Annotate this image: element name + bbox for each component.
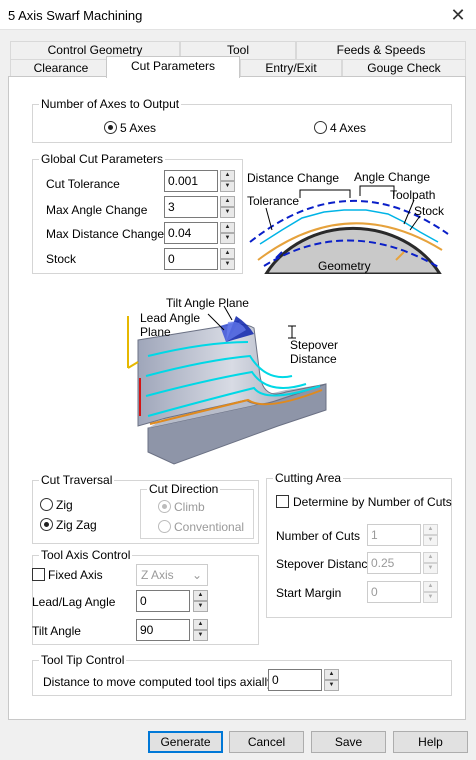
stepover-distance-label: Stepover Distance (276, 557, 375, 571)
lead-angle-plane-text-1: Lead Angle (140, 311, 200, 325)
lead-lag-input[interactable]: 0 (136, 590, 190, 612)
generate-button[interactable]: Generate (148, 731, 223, 753)
radio-zig-label: Zig (56, 498, 73, 512)
tool-axis-title: Tool Axis Control (41, 548, 131, 562)
max-distance-change-spinner[interactable]: ▲ ▼ (220, 222, 235, 244)
max-angle-change-input[interactable]: 3 (164, 196, 218, 218)
cutting-area-title: Cutting Area (275, 471, 342, 485)
start-margin-spinner[interactable]: ▲ ▼ (423, 581, 438, 603)
cancel-button[interactable]: Cancel (229, 731, 304, 753)
cut-traversal-title: Cut Traversal (41, 473, 113, 487)
cut-tolerance-input[interactable]: 0.001 (164, 170, 218, 192)
fixed-axis-checkbox[interactable] (32, 568, 45, 581)
geometry-text: Geometry (318, 259, 371, 273)
tilt-angle-label: Tilt Angle (32, 624, 81, 638)
radio-climb[interactable] (158, 500, 171, 513)
determine-by-cuts-label: Determine by Number of Cuts (293, 495, 452, 509)
toolpath-diagram: Distance Change Angle Change Tolerance T… (247, 170, 449, 274)
toolpath-text: Toolpath (390, 188, 435, 202)
lead-lag-label: Lead/Lag Angle (32, 595, 116, 609)
save-button[interactable]: Save (311, 731, 386, 753)
radio-climb-label: Climb (174, 500, 205, 514)
fixed-axis-label: Fixed Axis (48, 568, 103, 582)
lead-angle-plane-text-2: Plane (140, 325, 171, 339)
cut-tolerance-spinner[interactable]: ▲ ▼ (220, 170, 235, 192)
global-cut-title: Global Cut Parameters (41, 152, 164, 166)
help-button[interactable]: Help (393, 731, 468, 753)
tab-gouge-check[interactable]: Gouge Check (342, 59, 466, 77)
stepover-distance-spinner[interactable]: ▲ ▼ (423, 552, 438, 574)
distance-bracket (299, 189, 351, 198)
stock-input[interactable]: 0 (164, 248, 218, 270)
stepover-distance-input[interactable]: 0.25 (367, 552, 421, 574)
radio-zig[interactable] (40, 498, 53, 511)
radio-4-axes[interactable] (314, 121, 327, 134)
cut-direction-title: Cut Direction (149, 482, 219, 496)
tool-tip-title: Tool Tip Control (41, 653, 125, 667)
radio-4-axes-label: 4 Axes (330, 121, 367, 135)
max-distance-change-input[interactable]: 0.04 (164, 222, 218, 244)
radio-conventional[interactable] (158, 520, 171, 533)
chevron-down-icon: ⌄ (191, 568, 202, 582)
tilt-angle-input[interactable]: 90 (136, 619, 190, 641)
cut-tolerance-label: Cut Tolerance (46, 177, 120, 191)
tool-tip-label: Distance to move computed tool tips axia… (43, 675, 290, 689)
axes-output-group: Number of Axes to Output (32, 98, 452, 143)
max-angle-change-spinner[interactable]: ▲ ▼ (220, 196, 235, 218)
start-margin-label: Start Margin (276, 586, 342, 600)
axis-select[interactable]: Z Axis ⌄ (136, 564, 208, 586)
stepover-text-2: Distance (290, 352, 337, 366)
max-angle-change-label: Max Angle Change (46, 203, 148, 217)
tool-tip-spinner[interactable]: ▲ ▼ (324, 669, 339, 691)
stock-label: Stock (46, 252, 77, 266)
number-of-cuts-label: Number of Cuts (276, 529, 361, 543)
radio-zig-zag[interactable] (40, 518, 53, 531)
angle-bracket (359, 185, 395, 196)
swarf-diagram: Tilt Angle Plane Lead Angle Plane Stepov… (127, 296, 338, 465)
close-icon[interactable]: ✕ (440, 0, 476, 30)
number-of-cuts-input[interactable]: 1 (367, 524, 421, 546)
tilt-angle-plane-text: Tilt Angle Plane (166, 296, 249, 310)
determine-by-cuts-checkbox[interactable] (276, 495, 289, 508)
window-title: 5 Axis Swarf Machining (8, 8, 143, 23)
angle-change-text: Angle Change (354, 170, 430, 184)
radio-5-axes[interactable] (104, 121, 117, 134)
lead-lag-spinner[interactable]: ▲ ▼ (193, 590, 208, 612)
tilt-angle-spinner[interactable]: ▲ ▼ (193, 619, 208, 641)
max-distance-change-label: Max Distance Change (46, 227, 165, 241)
axis-select-value: Z Axis (141, 568, 174, 582)
start-margin-input[interactable]: 0 (367, 581, 421, 603)
stepover-text-1: Stepover (290, 338, 338, 352)
title-bar: 5 Axis Swarf Machining ✕ (0, 0, 476, 30)
tolerance-text: Tolerance (247, 194, 299, 208)
axes-output-title: Number of Axes to Output (41, 97, 180, 111)
stock-text: Stock (414, 204, 445, 218)
radio-zig-zag-label: Zig Zag (56, 518, 97, 532)
radio-5-axes-label: 5 Axes (120, 121, 157, 135)
radio-conventional-label: Conventional (174, 520, 245, 534)
tab-cut-parameters[interactable]: Cut Parameters (106, 56, 240, 78)
tool-tip-input[interactable]: 0 (268, 669, 322, 691)
tab-feeds-speeds[interactable]: Feeds & Speeds (296, 41, 466, 59)
tab-entry-exit[interactable]: Entry/Exit (240, 59, 342, 77)
distance-change-text: Distance Change (247, 171, 339, 185)
tab-clearance[interactable]: Clearance (10, 59, 112, 77)
number-of-cuts-spinner[interactable]: ▲ ▼ (423, 524, 438, 546)
stock-spinner[interactable]: ▲ ▼ (220, 248, 235, 270)
